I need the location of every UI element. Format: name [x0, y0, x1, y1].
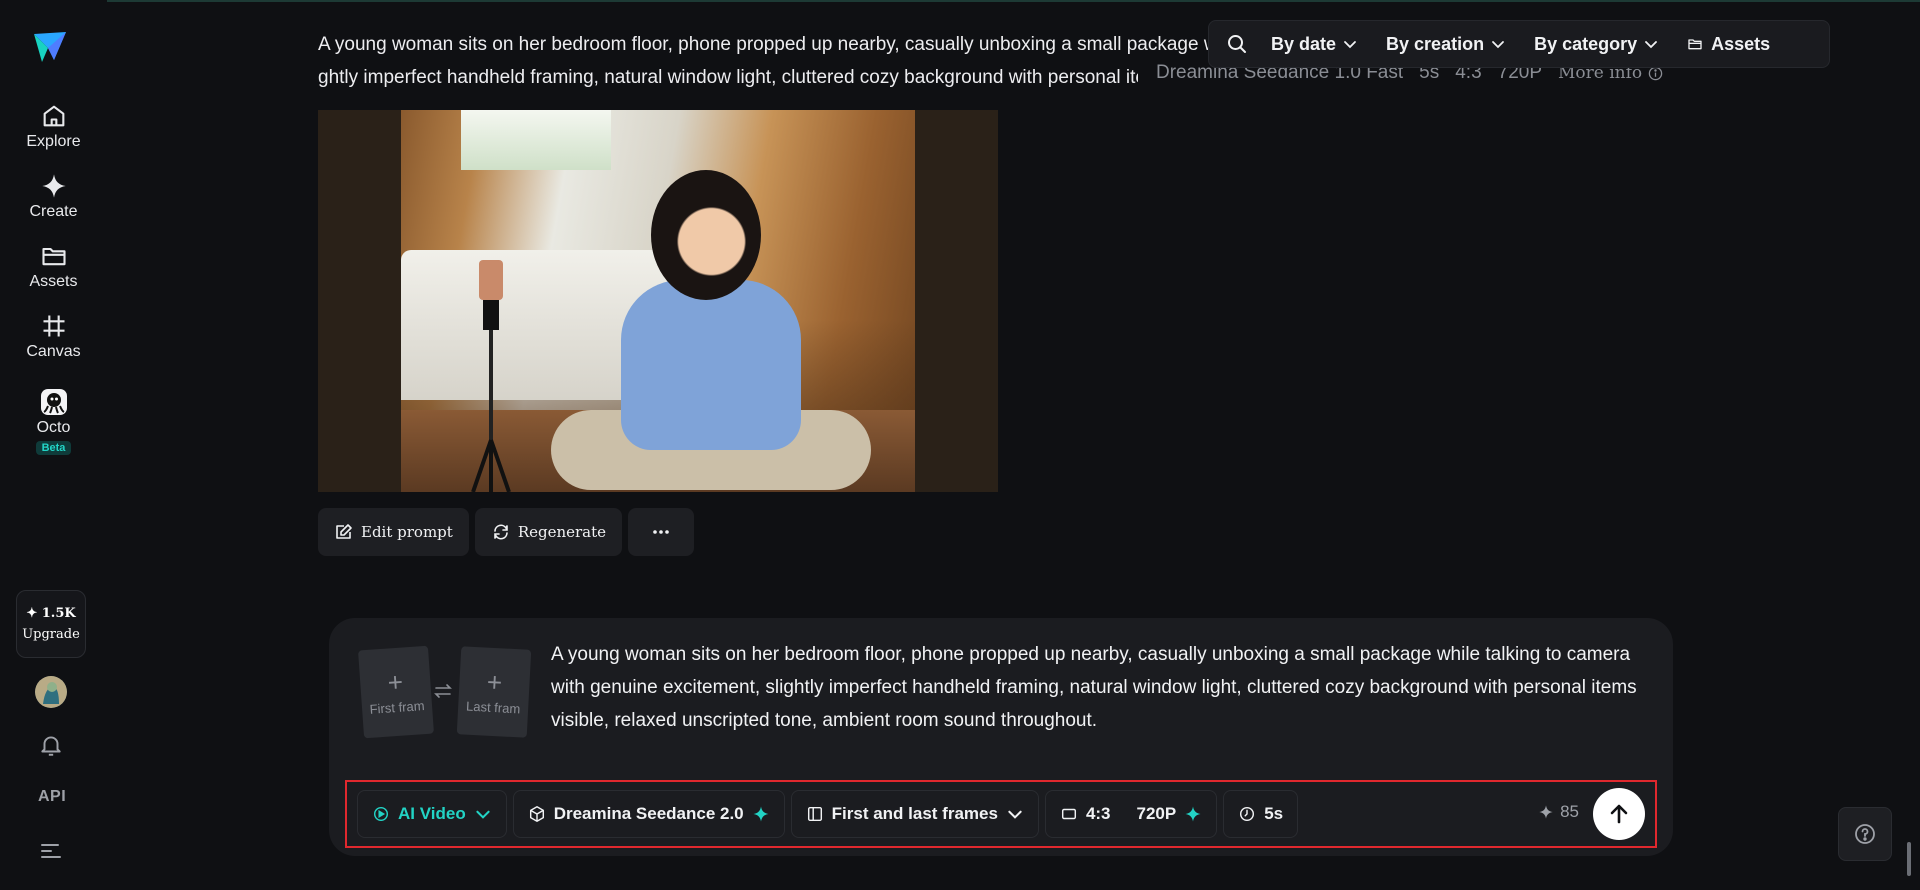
- generation-toolbar: AI Video Dreamina Seedance 2.0 First and…: [345, 780, 1657, 848]
- by-date-label: By date: [1271, 33, 1337, 54]
- by-category-label: By category: [1534, 33, 1638, 54]
- frames-icon: [807, 806, 822, 822]
- post-actions: Edit prompt Regenerate: [318, 508, 695, 556]
- scrollbar[interactable]: [1907, 842, 1911, 876]
- more-options-button[interactable]: [628, 508, 695, 556]
- edit-icon: [336, 524, 352, 539]
- cube-icon: [529, 806, 544, 822]
- help-icon: [1855, 824, 1875, 844]
- first-frame-upload[interactable]: + First fram: [358, 645, 434, 739]
- edit-prompt-button[interactable]: Edit prompt: [318, 508, 469, 556]
- sidebar-item-create[interactable]: Create: [0, 172, 107, 221]
- sidebar-item-assets[interactable]: Assets: [0, 242, 107, 291]
- beta-badge: Beta: [35, 441, 72, 455]
- video-frame: [401, 110, 915, 492]
- home-icon: [43, 105, 64, 127]
- folder-icon: [1688, 39, 1702, 50]
- prompt-composer: + First fram + Last fram A young woman s…: [329, 618, 1673, 856]
- prompt-input[interactable]: A young woman sits on her bedroom floor,…: [551, 638, 1651, 737]
- video-player[interactable]: [318, 110, 998, 492]
- credits-count: ✦ 1.5K: [26, 606, 76, 621]
- sparkle-icon: [41, 174, 66, 198]
- chevron-down-icon: [1008, 810, 1022, 819]
- ratio-resolution-button[interactable]: 4:3 720P: [1044, 790, 1218, 838]
- aspect-ratio-icon: [1061, 808, 1076, 820]
- scene-window: [461, 110, 611, 170]
- plus-icon: +: [486, 666, 503, 697]
- assets-label: Assets: [1711, 33, 1771, 54]
- scene-person-body: [621, 280, 801, 450]
- folder-icon: [41, 247, 66, 266]
- credit-cost: 85: [1538, 802, 1579, 822]
- mode-label: AI Video: [398, 804, 466, 823]
- menu-icon[interactable]: [40, 842, 62, 860]
- chevron-down-icon: [476, 810, 490, 819]
- more-horizontal-icon: [653, 530, 669, 534]
- sidebar-item-label: Assets: [29, 273, 78, 290]
- upgrade-label: Upgrade: [22, 627, 80, 642]
- refresh-icon: [494, 524, 508, 540]
- avatar[interactable]: [35, 676, 67, 708]
- last-frame-upload[interactable]: + Last fram: [456, 646, 532, 738]
- frames-mode-label: First and last frames: [831, 804, 998, 823]
- post-prompt-line: ghtly imperfect handheld framing, natura…: [318, 67, 1138, 88]
- canvas-icon: [43, 315, 64, 337]
- post-prompt: A young woman sits on her bedroom floor,…: [318, 28, 1218, 94]
- frames-mode-dropdown[interactable]: First and last frames: [790, 790, 1039, 838]
- video-generate-icon: [373, 806, 389, 822]
- first-frame-label: First fram: [369, 697, 425, 717]
- by-creation-dropdown[interactable]: By creation: [1386, 34, 1506, 55]
- sidebar-item-octo[interactable]: Octo Beta: [0, 388, 107, 455]
- model-dropdown[interactable]: Dreamina Seedance 2.0: [512, 790, 785, 838]
- sidebar-item-canvas[interactable]: Canvas: [0, 312, 107, 361]
- resolution-label: 720P: [1136, 804, 1177, 823]
- dreamina-logo-icon[interactable]: [32, 30, 68, 64]
- avatar-image: [35, 676, 67, 708]
- ratio-label: 4:3: [1085, 804, 1111, 823]
- post-prompt-line: A young woman sits on her bedroom floor,…: [318, 34, 1218, 55]
- last-frame-label: Last fram: [465, 698, 521, 716]
- octo-icon: [40, 389, 67, 415]
- upgrade-button[interactable]: ✦ 1.5K Upgrade: [16, 590, 86, 658]
- api-link[interactable]: API: [38, 788, 66, 806]
- top-accent-line: [0, 0, 1920, 2]
- help-button[interactable]: [1838, 807, 1892, 861]
- arrow-up-icon: [1610, 804, 1628, 824]
- plus-icon: +: [386, 666, 404, 698]
- edit-prompt-label: Edit prompt: [361, 523, 453, 541]
- duration-button[interactable]: 5s: [1223, 790, 1299, 838]
- sidebar-item-label: Create: [29, 203, 78, 220]
- credits-value: 1.5K: [41, 606, 76, 621]
- regenerate-button[interactable]: Regenerate: [474, 508, 623, 556]
- sidebar-item-label: Octo: [36, 419, 71, 436]
- chevron-down-icon: [1492, 41, 1504, 49]
- cost-value: 85: [1560, 802, 1579, 821]
- filter-bar: By date By creation By category Assets: [1208, 20, 1830, 68]
- by-category-dropdown[interactable]: By category: [1534, 34, 1659, 55]
- sparkle-icon: [1185, 806, 1201, 822]
- sidebar-item-explore[interactable]: Explore: [0, 102, 107, 151]
- duration-label: 5s: [1264, 804, 1284, 823]
- chevron-down-icon: [1344, 41, 1356, 49]
- sparkle-icon: [1539, 805, 1553, 819]
- sidebar-item-label: Canvas: [26, 343, 81, 360]
- regenerate-label: Regenerate: [517, 523, 607, 541]
- sidebar-item-label: Explore: [26, 133, 81, 150]
- generate-button[interactable]: [1593, 788, 1645, 840]
- clock-icon: [1240, 806, 1255, 822]
- by-date-dropdown[interactable]: By date: [1271, 34, 1358, 55]
- scene-tripod: [471, 260, 511, 492]
- scene-person-head: [651, 170, 761, 300]
- bell-icon[interactable]: [38, 732, 64, 758]
- search-icon[interactable]: [1225, 32, 1249, 56]
- swap-icon[interactable]: [432, 680, 454, 702]
- sidebar: Explore Create Assets Canvas Octo Beta ✦…: [0, 0, 107, 890]
- assets-button[interactable]: Assets: [1687, 34, 1770, 55]
- model-label: Dreamina Seedance 2.0: [553, 804, 744, 823]
- chevron-down-icon: [1645, 41, 1658, 49]
- by-creation-label: By creation: [1386, 33, 1485, 54]
- mode-dropdown[interactable]: AI Video: [357, 790, 507, 838]
- sparkle-icon: [753, 806, 769, 822]
